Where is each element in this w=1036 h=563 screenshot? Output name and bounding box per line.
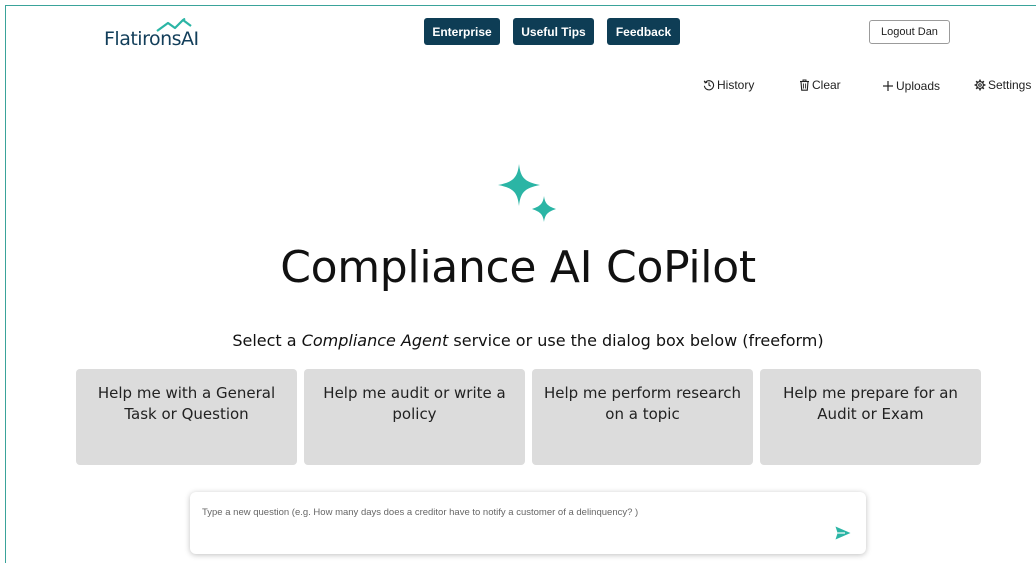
subtitle-emphasis: Compliance Agent: [301, 331, 449, 350]
sparkle-icon: [498, 164, 556, 222]
settings-label: Settings: [988, 78, 1032, 92]
uploads-button[interactable]: Uploads: [882, 78, 940, 94]
send-icon[interactable]: [834, 524, 852, 542]
agent-card-audit-exam[interactable]: Help me prepare for an Audit or Exam: [760, 369, 981, 465]
history-label: History: [717, 78, 755, 92]
feedback-button[interactable]: Feedback: [607, 18, 680, 45]
history-button[interactable]: History: [703, 77, 754, 93]
page-subtitle: Select a Compliance Agent service or use…: [0, 331, 1036, 351]
subtitle-text-before: Select a: [232, 331, 302, 350]
logout-button[interactable]: Logout Dan: [869, 20, 950, 44]
useful-tips-button[interactable]: Useful Tips: [513, 18, 594, 45]
gear-icon: [974, 79, 986, 91]
uploads-label: Uploads: [896, 79, 941, 93]
question-box: [190, 492, 866, 554]
trash-icon: [800, 79, 809, 91]
page-title: Compliance AI CoPilot: [280, 242, 756, 293]
enterprise-button[interactable]: Enterprise: [424, 18, 500, 45]
question-input[interactable]: [202, 504, 802, 520]
mountain-logo-icon: [156, 18, 192, 32]
history-icon: [703, 80, 715, 91]
flatirons-logo[interactable]: FlatironsAI: [104, 18, 199, 50]
agent-card-research[interactable]: Help me perform research on a topic: [532, 369, 753, 465]
clear-label: Clear: [812, 78, 841, 92]
settings-button[interactable]: Settings: [974, 77, 1031, 93]
clear-button[interactable]: Clear: [799, 77, 841, 93]
agent-card-list: Help me with a General Task or Question …: [76, 369, 981, 465]
agent-card-general-task[interactable]: Help me with a General Task or Question: [76, 369, 297, 465]
agent-card-audit-policy[interactable]: Help me audit or write a policy: [304, 369, 525, 465]
subtitle-text-after: service or use the dialog box below (fre…: [448, 331, 824, 350]
plus-icon: [883, 81, 893, 91]
